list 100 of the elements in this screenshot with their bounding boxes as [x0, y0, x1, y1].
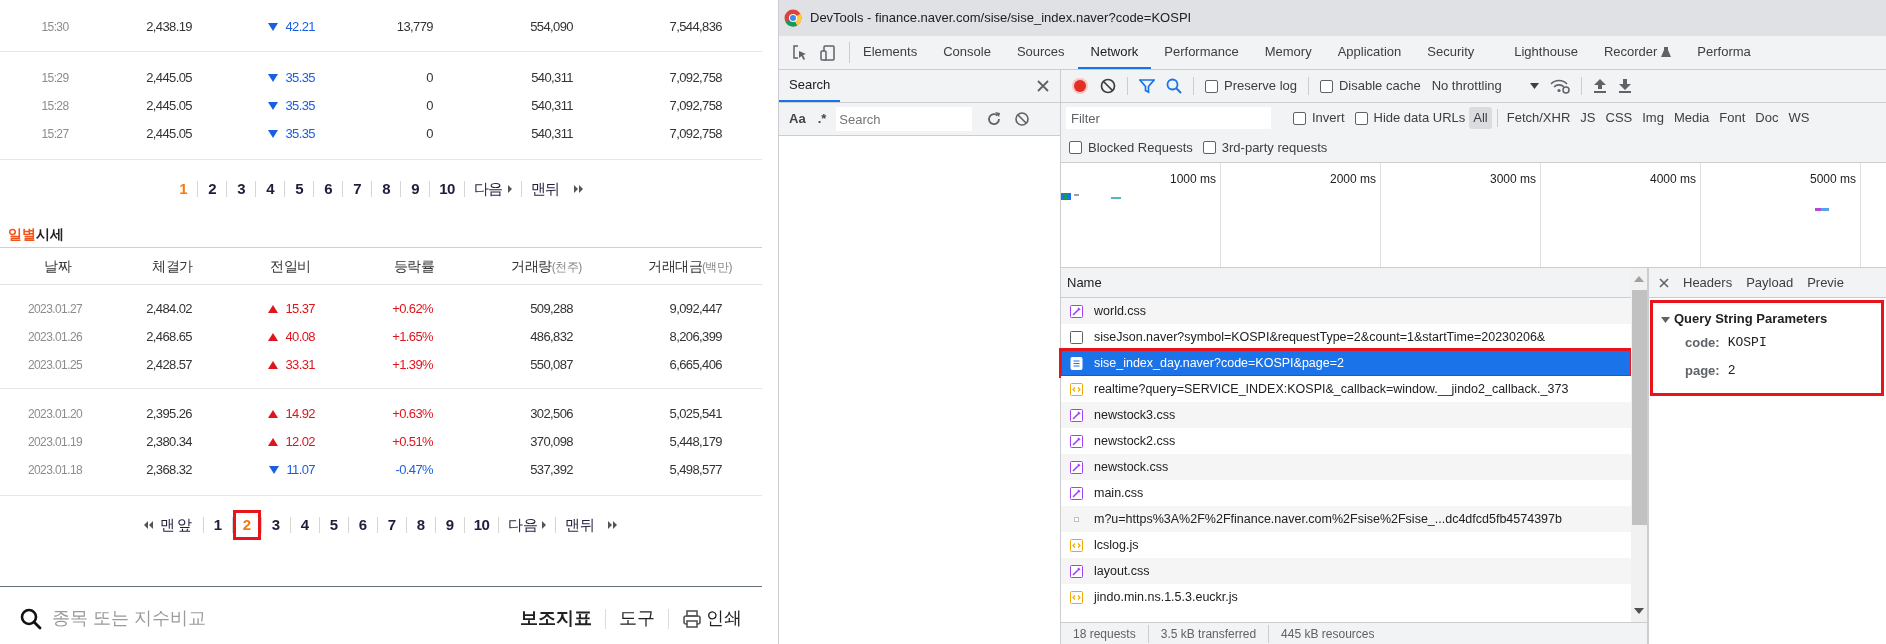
script-file-icon [1070, 382, 1083, 396]
panel-tab[interactable]: Console [930, 36, 1004, 69]
page-number[interactable]: 10 [430, 174, 464, 204]
page-number[interactable]: 6 [348, 510, 377, 540]
next-page-link[interactable]: 다음 [499, 510, 556, 540]
panel-tab[interactable]: Recorder [1590, 36, 1685, 69]
table-cell-text: 2,468.65 [145, 328, 192, 347]
timeline-tick: 2000 ms [1329, 171, 1376, 188]
match-case-toggle[interactable]: Aa [787, 109, 808, 129]
tool-link[interactable]: 보조지표 [520, 605, 592, 632]
panel-tab[interactable]: Application [1324, 36, 1415, 69]
upload-icon[interactable] [1592, 78, 1607, 94]
checkbox[interactable] [1320, 79, 1333, 93]
device-toggle-icon[interactable] [819, 43, 837, 62]
window-title: DevTools - finance.naver.com/sise/sise_index.naver?code=KOSPI [810, 9, 1192, 28]
details-tab[interactable]: Payload [1746, 272, 1794, 293]
panel-tab[interactable]: Security [1414, 36, 1488, 69]
page-number[interactable]: 9 [401, 174, 430, 204]
section-toggle[interactable]: Query String Parameters [1661, 309, 1828, 329]
type-filter[interactable]: All [1469, 107, 1492, 129]
stylesheet-file-icon [1070, 434, 1083, 448]
param-key: code: [1685, 333, 1720, 353]
next-page-link[interactable]: 다음 [464, 174, 521, 204]
checkbox[interactable] [1205, 79, 1218, 93]
page-number[interactable]: 4 [256, 174, 285, 204]
close-icon[interactable] [1036, 79, 1050, 93]
type-filter[interactable]: WS [1784, 107, 1814, 129]
page-number[interactable]: 8 [372, 174, 401, 204]
network-settings-icon[interactable] [1549, 78, 1570, 94]
table-cell-text: 13,779 [395, 18, 433, 37]
clear-icon[interactable] [1100, 78, 1116, 94]
panel-tab[interactable]: Elements [850, 36, 931, 69]
page-number[interactable]: 10 [464, 510, 499, 540]
panel-tab[interactable]: Memory [1251, 36, 1325, 69]
scroll-down-icon[interactable] [1634, 608, 1644, 614]
page-number[interactable]: 9 [435, 510, 464, 540]
page-number[interactable]: 2 [198, 174, 227, 204]
request-row[interactable]: sise_index_day.naver?code=KOSPI&page=2 [1061, 350, 1631, 376]
page-number[interactable]: 5 [319, 510, 348, 540]
type-filter[interactable]: Doc [1751, 107, 1783, 129]
close-icon[interactable] [1659, 277, 1669, 288]
page-number[interactable]: 5 [285, 174, 314, 204]
first-page-link[interactable]: 맨앞 [134, 510, 203, 540]
type-filter[interactable]: Img [1638, 107, 1668, 129]
panel-tab[interactable]: Performance [1151, 36, 1252, 69]
search-icon[interactable] [1166, 78, 1182, 94]
request-row[interactable]: layout.css [1061, 558, 1631, 584]
refresh-icon[interactable] [986, 111, 1003, 127]
details-tab[interactable]: Previe [1807, 272, 1844, 293]
type-filter[interactable]: CSS [1601, 107, 1637, 129]
last-page-link[interactable]: 맨뒤 [521, 174, 593, 204]
checkbox[interactable] [1202, 141, 1216, 154]
type-filter[interactable]: Font [1715, 107, 1750, 129]
type-filter[interactable]: JS [1576, 107, 1600, 129]
record-icon[interactable] [1071, 77, 1089, 95]
print-button[interactable]: 인쇄 [682, 605, 742, 632]
table-cell-text: 2023.01.18 [26, 462, 84, 479]
table-cell-text: 540,311 [530, 69, 573, 88]
page-number[interactable]: 3 [227, 174, 256, 204]
throttling-dropdown[interactable]: No throttling [1431, 76, 1539, 96]
request-row[interactable]: newstock3.css [1061, 402, 1631, 428]
panel-tab[interactable]: Performa [1684, 36, 1764, 69]
table-cell-text: +1.39% [391, 356, 433, 375]
panel-tab[interactable]: Lighthouse [1501, 36, 1591, 69]
scrollbar-thumb[interactable] [1631, 290, 1647, 525]
page-number[interactable]: 7 [377, 510, 406, 540]
checkbox[interactable] [1293, 111, 1306, 125]
table-cell-text: 486,832 [529, 328, 573, 347]
request-row[interactable]: newstock.css [1061, 454, 1631, 480]
page-number[interactable]: 4 [290, 510, 319, 540]
checkbox[interactable] [1069, 141, 1082, 154]
table-cell-text: 7,544,836 [668, 18, 722, 37]
table-cell-text: +1.65% [391, 328, 433, 347]
browser-logo-icon [784, 9, 802, 27]
table-cell-text: 540,311 [530, 97, 573, 116]
type-filter[interactable]: Media [1669, 107, 1714, 129]
request-row[interactable]: m?u=https%3A%2F%2Ffinance.naver.com%2Fsise%2Fsise_...dc4dfcd5fb4574397b [1061, 506, 1631, 532]
page-number[interactable]: 3 [261, 510, 290, 540]
regex-toggle[interactable]: .* [813, 109, 831, 129]
type-filter[interactable]: Fetch/XHR [1502, 107, 1575, 129]
page-number[interactable]: 8 [406, 510, 435, 540]
request-row[interactable]: world.css [1061, 298, 1631, 324]
download-icon[interactable] [1617, 78, 1632, 94]
details-tab[interactable]: Headers [1683, 272, 1733, 293]
clear-icon[interactable] [1014, 111, 1031, 127]
flask-icon [1661, 45, 1672, 58]
status-text: 445 kB resources [1280, 625, 1376, 643]
table-cell-text: 2,380.34 [145, 433, 192, 452]
page-number[interactable]: 7 [343, 174, 372, 204]
page-number[interactable]: 6 [314, 174, 343, 204]
column-header: 전일비 [269, 256, 312, 276]
filter-input[interactable]: Filter [1066, 107, 1271, 129]
checkbox[interactable] [1354, 111, 1368, 125]
search-input[interactable]: Search [836, 107, 973, 131]
panel-tab[interactable]: Sources [1003, 36, 1078, 69]
page-number[interactable]: 1 [203, 510, 232, 540]
filter-icon[interactable] [1139, 78, 1155, 94]
stylesheet-file-icon [1070, 408, 1083, 422]
tool-link[interactable]: 도구 [619, 605, 655, 632]
last-page-link[interactable]: 맨뒤 [556, 510, 628, 540]
